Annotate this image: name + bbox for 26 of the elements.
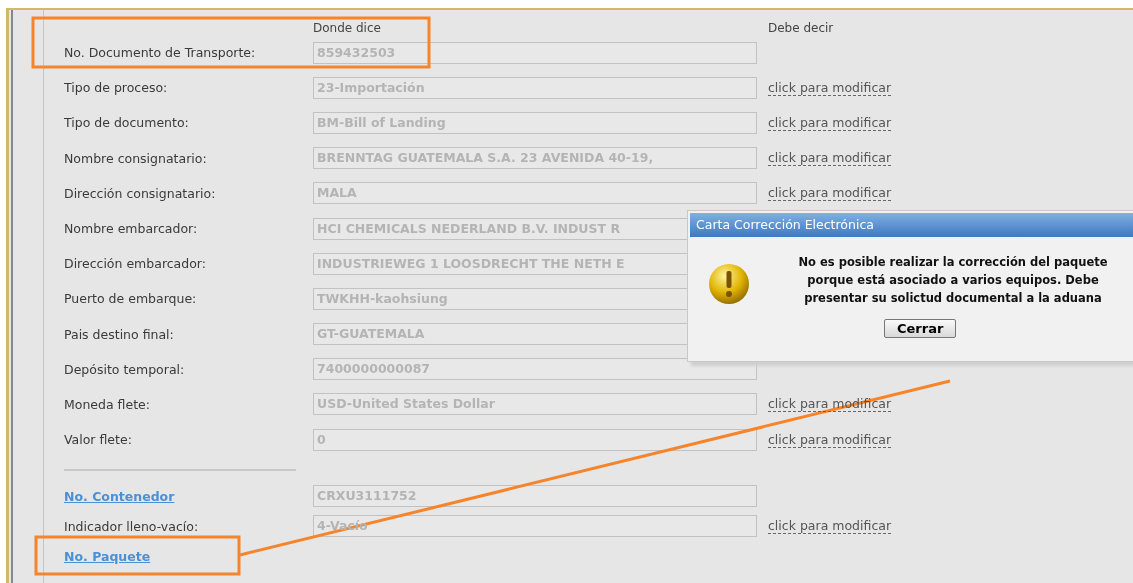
field-link[interactable]: No. Paquete: [64, 548, 302, 564]
modify-link[interactable]: click para modificar: [768, 79, 892, 96]
field-label: Indicador lleno-vacío:: [64, 518, 200, 534]
field-label: Puerto de embarque:: [64, 291, 198, 307]
modify-link[interactable]: click para modificar: [768, 518, 892, 535]
field-label: Tipo de documento:: [64, 115, 190, 131]
field-label: Nombre embarcador:: [64, 221, 199, 237]
field-label: Tipo de proceso:: [64, 80, 169, 96]
field-label: Pais destino final:: [64, 326, 175, 342]
modify-link[interactable]: click para modificar: [768, 114, 892, 131]
field-link[interactable]: No. Contenedor: [64, 488, 302, 504]
close-button[interactable]: Cerrar: [884, 319, 957, 338]
field-label: Moneda flete:: [64, 396, 151, 412]
field-label: No. Documento de Transporte:: [64, 45, 257, 61]
field-label: Valor flete:: [64, 432, 133, 448]
column-heading: Debe decir: [768, 20, 835, 35]
column-heading: Donde dice: [313, 20, 382, 35]
field-label: Dirección embarcador:: [64, 256, 207, 272]
warning-icon: [708, 263, 750, 305]
modify-link[interactable]: click para modificar: [768, 150, 892, 167]
field-label: Dirección consignatario:: [64, 185, 217, 201]
dialog-message: No es posible realizar la corrección del paquete porque está asociado a varios equipos. Debe presentar su solictud documental a la aduana: [797, 254, 1109, 307]
field-label: Nombre consignatario:: [64, 150, 208, 166]
field-label: Depósito temporal:: [64, 361, 186, 377]
modify-link[interactable]: click para modificar: [768, 431, 892, 448]
modify-link[interactable]: click para modificar: [768, 185, 892, 202]
